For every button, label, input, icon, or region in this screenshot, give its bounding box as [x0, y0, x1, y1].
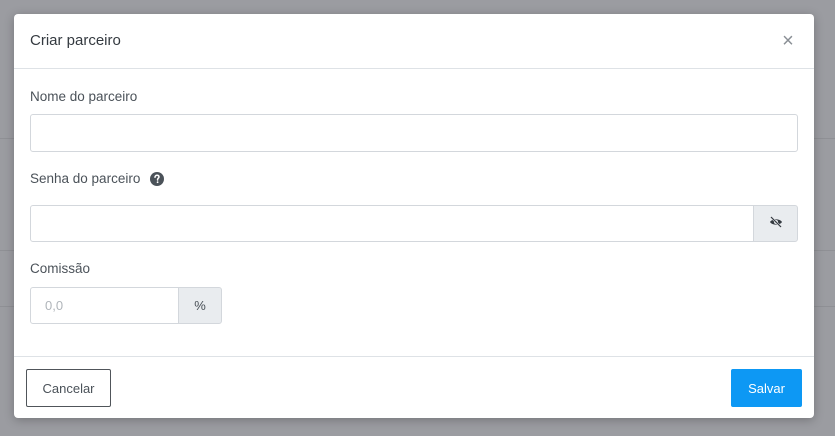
partner-name-label: Nome do parceiro [30, 89, 138, 104]
save-button[interactable]: Salvar [731, 369, 802, 407]
toggle-password-visibility-button[interactable] [753, 205, 798, 242]
commission-input[interactable] [30, 287, 179, 324]
close-button[interactable]: × [778, 30, 798, 52]
commission-percent-addon: % [178, 287, 222, 324]
create-partner-modal: Criar parceiro × Nome do parceiro Senha … [14, 14, 814, 418]
eye-slash-icon [769, 216, 783, 231]
modal-footer: Cancelar Salvar [14, 356, 814, 418]
modal-header: Criar parceiro × [14, 14, 814, 69]
partner-password-input[interactable] [30, 205, 754, 242]
question-circle-icon[interactable] [150, 172, 164, 186]
partner-password-label: Senha do parceiro [30, 171, 141, 186]
close-icon: × [782, 30, 794, 52]
modal-title: Criar parceiro [30, 32, 121, 49]
cancel-button[interactable]: Cancelar [26, 369, 111, 407]
percent-suffix: % [194, 298, 206, 313]
commission-label: Comissão [30, 261, 91, 276]
partner-name-input[interactable] [30, 114, 798, 152]
